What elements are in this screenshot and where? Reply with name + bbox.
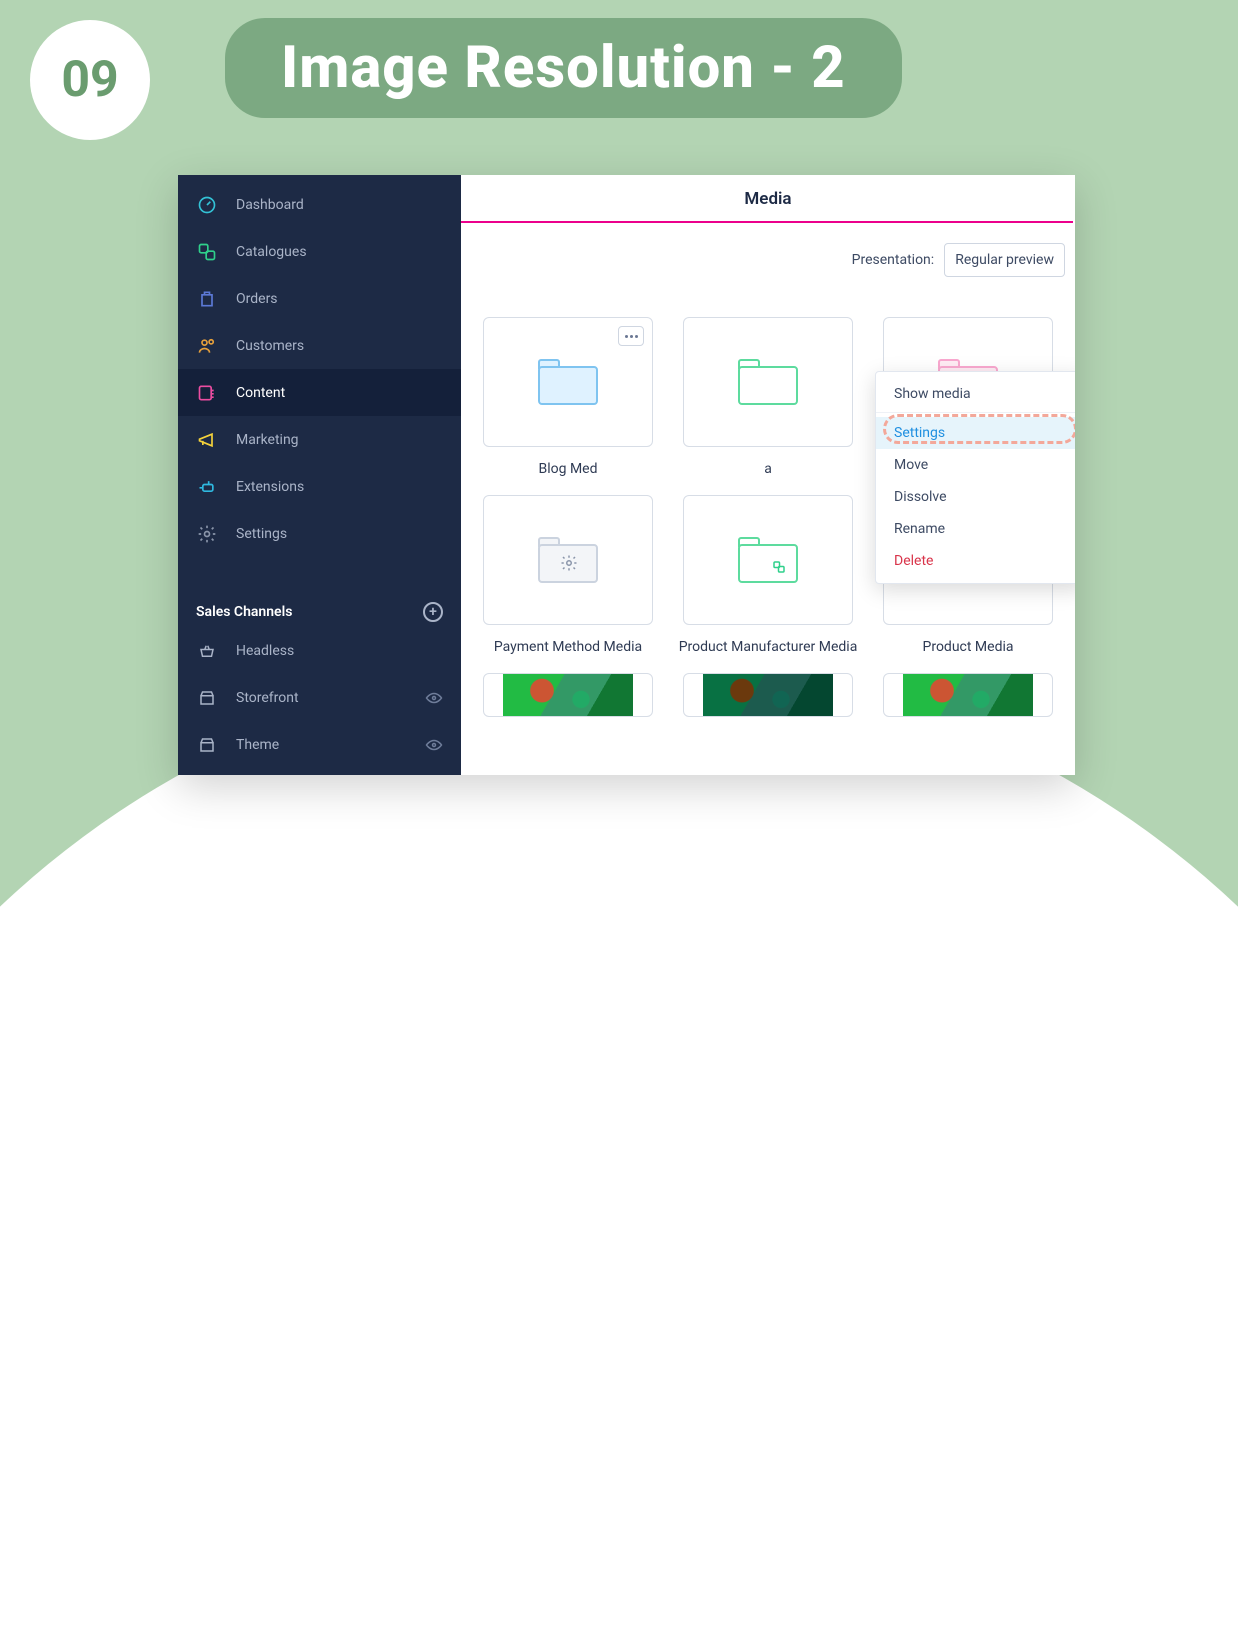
folder-label: a: [764, 461, 772, 477]
presentation-select[interactable]: Regular preview: [944, 243, 1065, 277]
marketing-icon: [196, 429, 218, 451]
content-icon: [196, 382, 218, 404]
sales-channels-label: Sales Channels: [196, 604, 292, 620]
catalogue-icon: [772, 561, 786, 571]
page-title: Media: [461, 175, 1075, 221]
more-button[interactable]: [618, 326, 644, 346]
sidebar-item-catalogues[interactable]: Catalogues: [178, 228, 461, 275]
add-channel-button[interactable]: +: [423, 602, 443, 622]
media-card[interactable]: [483, 673, 653, 717]
slide-title-pill: Image Resolution - 2: [225, 18, 902, 118]
main-panel: Media Presentation: Regular preview Blog…: [461, 175, 1075, 775]
background-arc: [0, 660, 1238, 1650]
thumbnail-image: [903, 673, 1033, 717]
sidebar-item-label: Customers: [236, 338, 304, 354]
folder-icon: [738, 537, 798, 583]
gear-icon: [196, 523, 218, 545]
eye-icon: [425, 738, 443, 752]
folder-icon: [738, 359, 798, 405]
extensions-icon: [196, 476, 218, 498]
sidebar-item-customers[interactable]: Customers: [178, 322, 461, 369]
channel-headless[interactable]: Headless: [178, 627, 461, 674]
media-card[interactable]: [683, 673, 853, 717]
presentation-label: Presentation:: [852, 252, 935, 268]
folder-label: Product Manufacturer Media: [679, 639, 858, 655]
thumbnail-image: [503, 673, 633, 717]
sidebar-item-content[interactable]: Content: [178, 369, 461, 416]
channel-label: Theme: [236, 737, 279, 753]
folder-icon: [538, 537, 598, 583]
sidebar-item-label: Marketing: [236, 432, 299, 448]
gauge-icon: [196, 194, 218, 216]
menu-item-settings[interactable]: Settings: [876, 417, 1075, 449]
gear-icon: [560, 554, 574, 564]
sidebar-item-extensions[interactable]: Extensions: [178, 463, 461, 510]
sidebar-item-label: Dashboard: [236, 197, 304, 213]
menu-item-label: Settings: [894, 425, 945, 441]
folder-label: Payment Method Media: [494, 639, 642, 655]
channel-label: Storefront: [236, 690, 299, 706]
menu-item-delete[interactable]: Delete: [876, 545, 1075, 577]
sidebar-item-marketing[interactable]: Marketing: [178, 416, 461, 463]
channel-theme[interactable]: Theme: [178, 721, 461, 768]
slide-title: Image Resolution - 2: [281, 34, 846, 102]
folder-card[interactable]: Product Manufacturer Media: [683, 495, 853, 655]
customers-icon: [196, 335, 218, 357]
sidebar-item-label: Content: [236, 385, 285, 401]
sidebar-item-label: Catalogues: [236, 244, 307, 260]
presentation-value: Regular preview: [955, 252, 1054, 268]
basket-icon: [196, 640, 218, 662]
channel-label: Headless: [236, 643, 294, 659]
slide-number: 09: [61, 51, 118, 109]
menu-item-dissolve[interactable]: Dissolve: [876, 481, 1075, 513]
toolbar: Presentation: Regular preview: [461, 223, 1075, 277]
sales-channels-header: Sales Channels +: [178, 597, 461, 627]
store-icon: [196, 687, 218, 709]
catalogue-icon: [196, 241, 218, 263]
folder-card[interactable]: a: [683, 317, 853, 477]
slide-number-badge: 09: [30, 20, 150, 140]
sidebar-item-dashboard[interactable]: Dashboard: [178, 181, 461, 228]
orders-icon: [196, 288, 218, 310]
sidebar-item-label: Settings: [236, 526, 287, 542]
eye-icon: [425, 691, 443, 705]
channel-storefront[interactable]: Storefront: [178, 674, 461, 721]
thumbnail-image: [703, 673, 833, 717]
sidebar-item-settings[interactable]: Settings: [178, 510, 461, 557]
folder-icon: [538, 359, 598, 405]
app-window: Dashboard Catalogues Orders Customers Co…: [178, 175, 1075, 775]
sidebar: Dashboard Catalogues Orders Customers Co…: [178, 175, 461, 775]
folder-card[interactable]: Blog Med: [483, 317, 653, 477]
menu-item-rename[interactable]: Rename: [876, 513, 1075, 545]
menu-item-move[interactable]: Move: [876, 449, 1075, 481]
folder-label: Product Media: [923, 639, 1014, 655]
media-card[interactable]: [883, 673, 1053, 717]
sidebar-item-label: Extensions: [236, 479, 304, 495]
menu-item-show-media[interactable]: Show media: [876, 378, 1075, 413]
store-icon: [196, 734, 218, 756]
context-menu: Show media Settings Move Dissolve Rename…: [875, 371, 1075, 584]
sidebar-item-orders[interactable]: Orders: [178, 275, 461, 322]
sidebar-item-label: Orders: [236, 291, 278, 307]
folder-card[interactable]: Payment Method Media: [483, 495, 653, 655]
folder-label: Blog Med: [539, 461, 598, 477]
